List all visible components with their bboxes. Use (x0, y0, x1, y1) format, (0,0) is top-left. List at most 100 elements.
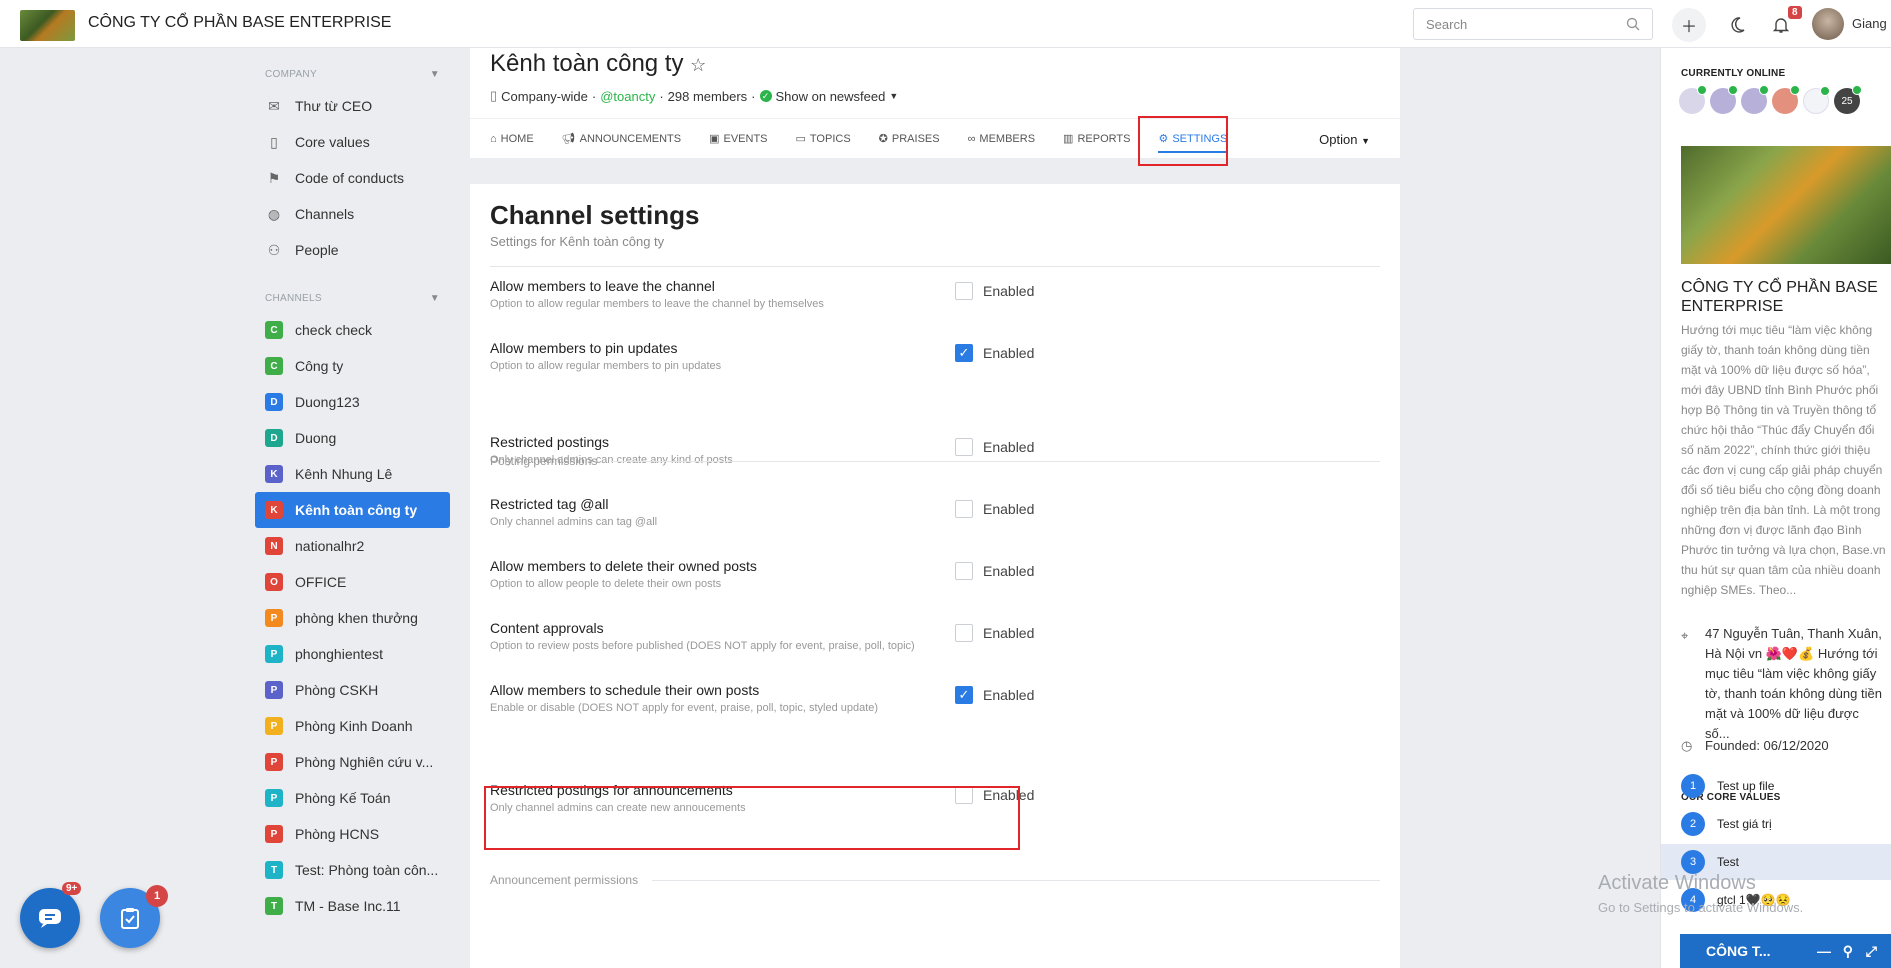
sidebar-item-label: Thư từ CEO (295, 98, 373, 114)
channel-item[interactable]: T TM - Base Inc.11 (255, 888, 450, 924)
flag-icon: ⚑ (267, 169, 281, 186)
checkbox[interactable] (955, 282, 973, 300)
caret-down-icon: ▼ (1361, 136, 1370, 146)
channel-item[interactable]: Pphòng khen thưởng (255, 600, 450, 636)
sidebar-item-channels[interactable]: ◍ Channels (255, 196, 450, 232)
checkbox[interactable] (955, 562, 973, 580)
channel-handle[interactable]: @toancty (600, 89, 655, 104)
channel-label: nationalhr2 (295, 538, 365, 554)
sidebar-item-thư-từ-ceo[interactable]: ✉ Thư từ CEO (255, 88, 450, 124)
chat-bar-title: CÔNG T... (1706, 943, 1771, 959)
channel-item[interactable]: K Kênh Nhung Lê (255, 456, 450, 492)
add-icon[interactable]: ＋ (1672, 8, 1706, 42)
enabled-checkbox[interactable]: Enabled (955, 282, 1034, 300)
online-avatar[interactable] (1803, 86, 1830, 114)
chat-button[interactable] (20, 888, 80, 948)
enabled-checkbox[interactable]: ✓ Enabled (955, 344, 1034, 362)
username[interactable]: Giang (1852, 16, 1887, 31)
channel-item[interactable]: P Phòng Nghiên cứu v... (255, 744, 450, 780)
highlight-box-settings (1138, 116, 1228, 166)
chat-badge: 9+ (62, 882, 82, 895)
checkbox[interactable] (955, 500, 973, 518)
enabled-label: Enabled (983, 345, 1035, 361)
founded-date: ◷ Founded: 06/12/2020 (1681, 738, 1829, 753)
expand-icon[interactable]: ⤢ (1866, 943, 1877, 960)
minimize-icon[interactable]: — (1817, 943, 1831, 959)
channel-item[interactable]: O OFFICE (255, 564, 450, 600)
tab-events[interactable]: ▣ EVENTS (709, 119, 767, 159)
channel-avatar: P (265, 609, 283, 627)
online-avatar[interactable] (1710, 85, 1738, 114)
channel-item[interactable]: T Test: Phòng toàn côn... (255, 852, 450, 888)
channel-avatar: T (265, 897, 283, 915)
company-title[interactable]: CÔNG TY CỔ PHẦN BASE ENTERPRISE (88, 14, 391, 32)
newsfeed-toggle[interactable]: Show on newsfeed (776, 89, 886, 104)
company-description: Hướng tới mục tiêu “làm việc không giấy … (1681, 323, 1886, 597)
channel-item[interactable]: Ccheck check (255, 312, 450, 348)
channel-item[interactable]: C Công ty (255, 348, 450, 384)
sidebar-item-label: Core values (295, 134, 370, 150)
chevron-down-icon[interactable]: ▼ (430, 293, 440, 304)
online-more-count[interactable]: 25 (1834, 85, 1862, 114)
checkbox[interactable]: ✓ (955, 686, 973, 704)
channel-members[interactable]: 298 members (668, 89, 747, 104)
sidebar-item-code-of-conducts[interactable]: ⚑ Code of conducts (255, 160, 450, 196)
core-value-item[interactable]: 2 Test giá trị (1681, 806, 1891, 842)
online-avatar[interactable] (1741, 85, 1769, 114)
search-icon[interactable]: ⚲ (1843, 943, 1853, 960)
channel-avatar: P (265, 789, 283, 807)
moon-icon[interactable] (1720, 8, 1754, 42)
channel-item[interactable]: P Phòng Kế Toán (255, 780, 450, 816)
megaphone-icon: 📢︎ (561, 133, 576, 145)
enabled-checkbox[interactable]: Enabled (955, 562, 1034, 580)
channel-item[interactable]: K Kênh toàn công ty (255, 492, 450, 528)
channel-label: Duong (295, 430, 337, 446)
channel-avatar: P (265, 825, 283, 843)
core-value-item[interactable]: 1 Test up file (1681, 768, 1891, 804)
search-input[interactable]: Search (1413, 8, 1653, 40)
tab-reports[interactable]: ▥ REPORTS (1063, 119, 1130, 159)
tab-praises[interactable]: ✪ PRAISES (879, 119, 940, 159)
channel-avatar: O (265, 573, 283, 591)
star-icon[interactable]: ☆ (690, 55, 706, 75)
core-value-number: 3 (1681, 850, 1705, 874)
caret-down-icon[interactable]: ▼ (889, 91, 898, 101)
enabled-checkbox[interactable]: Enabled (955, 624, 1034, 642)
enabled-checkbox[interactable]: Enabled (955, 500, 1034, 518)
channel-item[interactable]: P Phòng CSKH (255, 672, 450, 708)
chat-minimized-bar[interactable]: CÔNG T... — ⚲ ⤢ (1680, 934, 1891, 968)
setting-row: Allow members to leave the channel Option… (490, 278, 1380, 330)
home-icon: ⌂ (490, 132, 497, 145)
online-avatar[interactable] (1772, 85, 1800, 114)
online-header: CURRENTLY ONLINE (1681, 68, 1786, 79)
checkbox[interactable] (955, 624, 973, 642)
tab-topics[interactable]: ▭ TOPICS (796, 119, 851, 159)
core-value-label: Test (1717, 855, 1740, 869)
channel-item[interactable]: Pphonghientest (255, 636, 450, 672)
enabled-checkbox[interactable]: ✓ Enabled (955, 686, 1034, 704)
online-avatar[interactable] (1679, 85, 1707, 114)
checkbox[interactable]: ✓ (955, 344, 973, 362)
channel-item[interactable]: P Phòng Kinh Doanh (255, 708, 450, 744)
company-logo[interactable] (20, 10, 75, 41)
company-section-header[interactable]: COMPANY ▼ (255, 60, 450, 88)
channel-item[interactable]: Nnationalhr2 (255, 528, 450, 564)
channel-item[interactable]: D Duong123 (255, 384, 450, 420)
people-icon: ⚇ (267, 241, 281, 258)
sidebar-item-core-values[interactable]: ▯ Core values (255, 124, 450, 160)
tab-members[interactable]: ∞ MEMBERS (968, 119, 1035, 159)
setting-description: Option to review posts before published … (490, 640, 915, 652)
user-avatar[interactable] (1812, 8, 1844, 40)
sidebar-item-people[interactable]: ⚇ People (255, 232, 450, 268)
channel-label: Test: Phòng toàn côn... (295, 862, 439, 878)
chevron-down-icon[interactable]: ▼ (430, 69, 440, 80)
enabled-label: Enabled (983, 501, 1035, 517)
channels-section-header[interactable]: CHANNELS ▼ (255, 284, 450, 312)
windows-watermark-sub: Go to Settings to activate Windows. (1598, 900, 1804, 915)
tab-home[interactable]: ⌂ HOME (490, 119, 534, 159)
tab-announcements[interactable]: 📢︎ ANNOUNCEMENTS (562, 119, 681, 159)
channel-item[interactable]: P Phòng HCNS (255, 816, 450, 852)
channel-item[interactable]: D Duong (255, 420, 450, 456)
core-value-number: 1 (1681, 774, 1705, 798)
option-dropdown[interactable]: Option ▼ (1319, 132, 1370, 147)
